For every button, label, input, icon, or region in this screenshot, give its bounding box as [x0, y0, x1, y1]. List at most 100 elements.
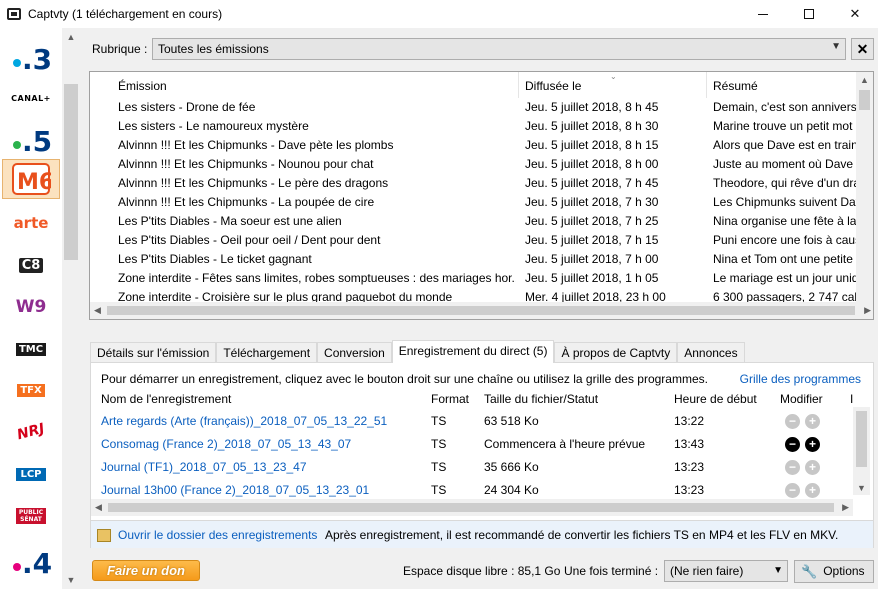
- tab-conversion[interactable]: Conversion: [317, 342, 392, 363]
- channel-nrj12[interactable]: NRJ: [2, 412, 60, 452]
- channel-france-5[interactable]: .5: [2, 118, 60, 158]
- minus-icon[interactable]: −: [785, 460, 800, 475]
- column-header-modify[interactable]: Modifier: [780, 392, 823, 406]
- tab-annonces[interactable]: Annonces: [677, 342, 745, 363]
- channel-arte[interactable]: arte: [2, 203, 60, 243]
- recording-horizontal-scrollbar[interactable]: ◀ ▶: [91, 499, 853, 516]
- emission-row[interactable]: Alvinnn !!! Et les Chipmunks - Dave pète…: [90, 136, 857, 155]
- scroll-up-icon[interactable]: ▲: [62, 30, 80, 44]
- recording-row[interactable]: Consomag (France 2)_2018_07_05_13_43_07 T…: [91, 437, 861, 460]
- channel-france-3[interactable]: .3: [2, 36, 60, 76]
- emission-row[interactable]: Alvinnn !!! Et les Chipmunks - Nounou po…: [90, 155, 857, 174]
- w9-logo: W9: [15, 297, 47, 317]
- program-grid-link[interactable]: Grille des programmes: [740, 372, 861, 386]
- emission-date: Jeu. 5 juillet 2018, 7 h 25: [525, 214, 659, 228]
- emission-row[interactable]: Alvinnn !!! Et les Chipmunks - Le père d…: [90, 174, 857, 193]
- emission-list[interactable]: Émission Diffusée le ⌄ Résumé Les sister…: [89, 71, 874, 320]
- close-window-button[interactable]: ✕: [832, 0, 878, 28]
- emission-title: Alvinnn !!! Et les Chipmunks - La poupée…: [118, 195, 375, 209]
- tmc-logo: TMC: [15, 342, 47, 356]
- column-header-truncated[interactable]: I: [850, 392, 853, 406]
- recording-start-time: 13:43: [674, 437, 705, 451]
- scroll-left-icon[interactable]: ◀: [94, 305, 101, 316]
- france-3-text: .3: [22, 43, 51, 71]
- channel-w9[interactable]: W9: [2, 287, 60, 327]
- channel-scrollbar[interactable]: ▲ ▼: [62, 28, 80, 589]
- options-button[interactable]: 🔧 Options: [794, 560, 874, 583]
- emission-row[interactable]: Les P'tits Diables - Le ticket gagnant Je…: [90, 250, 857, 269]
- once-done-select[interactable]: (Ne rien faire) ▼: [664, 560, 788, 582]
- donate-button[interactable]: Faire un don: [92, 560, 200, 581]
- channel-lcp[interactable]: LCP: [2, 454, 60, 494]
- scroll-right-icon[interactable]: ▶: [864, 305, 871, 316]
- emission-row[interactable]: Les sisters - Le namoureux mystère Jeu. 5…: [90, 117, 857, 136]
- emission-scroll-thumb[interactable]: [859, 90, 870, 110]
- recording-name[interactable]: Journal 13h00 (France 2)_2018_07_05_13_2…: [101, 483, 369, 497]
- emission-horizontal-scrollbar[interactable]: ◀ ▶: [90, 302, 873, 319]
- rubrique-clear-button[interactable]: ✕: [851, 38, 874, 60]
- channel-tmc[interactable]: TMC: [2, 329, 60, 369]
- minus-icon[interactable]: −: [785, 414, 800, 429]
- emission-title: Zone interdite - Fêtes sans limites, rob…: [118, 271, 516, 285]
- emission-row[interactable]: Alvinnn !!! Et les Chipmunks - La poupée…: [90, 193, 857, 212]
- recording-row[interactable]: Arte regards (Arte (français))_2018_07_0…: [91, 414, 861, 437]
- minus-icon[interactable]: −: [785, 483, 800, 498]
- channel-public-senat[interactable]: PUBLIC SÉNAT: [2, 496, 60, 536]
- chevron-down-icon: ▼: [831, 41, 841, 52]
- emission-vertical-scrollbar[interactable]: ▲: [856, 72, 873, 302]
- channel-m6[interactable]: M6: [2, 159, 60, 199]
- tab-telechargement[interactable]: Téléchargement: [216, 342, 318, 363]
- recording-name[interactable]: Consomag (France 2)_2018_07_05_13_43_07: [101, 437, 351, 451]
- recording-row[interactable]: Journal (TF1)_2018_07_05_13_23_47 TS 35 66…: [91, 460, 861, 483]
- scroll-right-icon[interactable]: ▶: [842, 502, 849, 513]
- public-senat-logo: PUBLIC SÉNAT: [16, 508, 46, 524]
- maximize-button[interactable]: [786, 0, 832, 28]
- emission-row[interactable]: Les P'tits Diables - Ma soeur est une al…: [90, 212, 857, 231]
- plus-icon[interactable]: +: [805, 414, 820, 429]
- scroll-left-icon[interactable]: ◀: [95, 502, 102, 513]
- emission-date: Jeu. 5 juillet 2018, 1 h 05: [525, 271, 659, 285]
- emission-row[interactable]: Les sisters - Drone de fée Jeu. 5 juillet…: [90, 98, 857, 117]
- column-header-name[interactable]: Nom de l'enregistrement: [101, 392, 231, 406]
- emission-hscroll-thumb[interactable]: [107, 306, 855, 315]
- column-header-format[interactable]: Format: [431, 392, 469, 406]
- recording-status: Commencera à l'heure prévue: [484, 437, 646, 451]
- recording-scroll-thumb[interactable]: [856, 411, 867, 467]
- tab-a-propos[interactable]: À propos de Captvty: [554, 342, 678, 363]
- recording-hscroll-thumb[interactable]: [108, 503, 834, 512]
- plus-icon[interactable]: +: [805, 460, 820, 475]
- column-header-start[interactable]: Heure de début: [674, 392, 757, 406]
- channel-france-4[interactable]: .4: [2, 540, 60, 580]
- channel-scroll-thumb[interactable]: [64, 84, 78, 260]
- recording-name[interactable]: Arte regards (Arte (français))_2018_07_0…: [101, 414, 387, 428]
- scroll-up-icon[interactable]: ▲: [860, 75, 869, 85]
- emission-row[interactable]: Les P'tits Diables - Oeil pour oeil / De…: [90, 231, 857, 250]
- recording-name[interactable]: Journal (TF1)_2018_07_05_13_23_47: [101, 460, 307, 474]
- emission-summary: Theodore, qui rêve d'un dra: [713, 176, 857, 190]
- emission-row[interactable]: Zone interdite - Fêtes sans limites, rob…: [90, 269, 857, 288]
- minus-icon[interactable]: −: [785, 437, 800, 452]
- emission-summary: Les Chipmunks suivent Dav: [713, 195, 857, 209]
- emission-title: Les P'tits Diables - Oeil pour oeil / De…: [118, 233, 381, 247]
- scroll-down-icon[interactable]: ▼: [62, 573, 80, 587]
- channel-c8[interactable]: C8: [2, 245, 60, 285]
- scroll-down-icon[interactable]: ▼: [857, 483, 866, 493]
- rubrique-select[interactable]: Toutes les émissions ▼: [152, 38, 846, 60]
- maximize-icon: [804, 9, 814, 19]
- channel-tfx[interactable]: TFX: [2, 370, 60, 410]
- column-header-size-status[interactable]: Taille du fichier/Statut: [484, 392, 598, 406]
- tab-details[interactable]: Détails sur l'émission: [90, 342, 217, 363]
- plus-icon[interactable]: +: [805, 483, 820, 498]
- recording-vertical-scrollbar[interactable]: ▼: [853, 407, 870, 495]
- minimize-icon: [758, 13, 768, 15]
- column-header-emission[interactable]: Émission: [112, 72, 519, 98]
- channel-canal-plus[interactable]: CANAL+: [2, 78, 60, 118]
- tab-enregistrement-direct[interactable]: Enregistrement du direct (5): [391, 340, 555, 363]
- minimize-button[interactable]: [740, 0, 786, 28]
- tab-bar: Détails sur l'émission Téléchargement Co…: [90, 340, 745, 363]
- column-header-resume[interactable]: Résumé: [707, 72, 857, 98]
- plus-icon[interactable]: +: [805, 437, 820, 452]
- sort-caret-icon: ⌄: [610, 72, 617, 81]
- open-folder-link[interactable]: Ouvrir le dossier des enregistrements: [118, 528, 317, 542]
- recording-instructions: Pour démarrer un enregistrement, cliquez…: [101, 372, 708, 386]
